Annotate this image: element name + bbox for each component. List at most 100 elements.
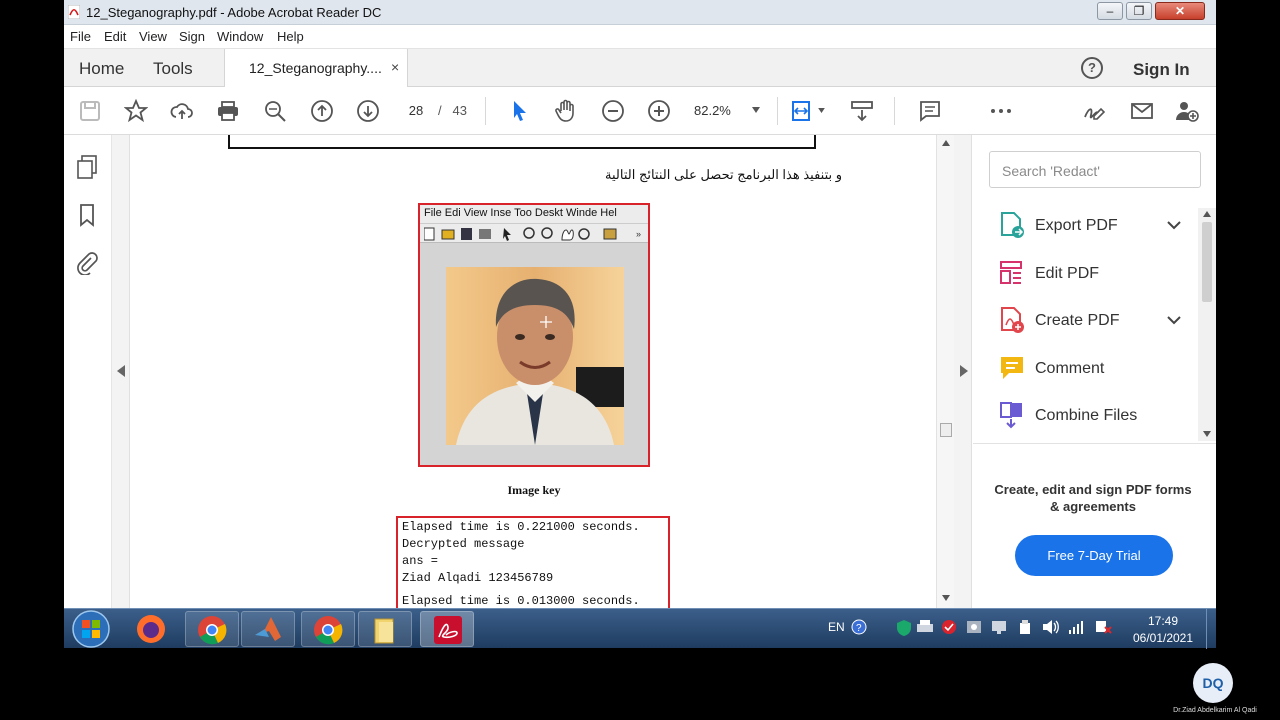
tab-home[interactable]: Home [79,59,124,79]
chevron-down-icon[interactable] [1167,217,1181,233]
scroll-down-icon[interactable] [942,595,950,601]
free-trial-button[interactable]: Free 7-Day Trial [1015,535,1173,576]
show-desktop-button[interactable] [1206,609,1216,649]
volume-icon[interactable] [1042,619,1060,635]
tool-comment[interactable]: Comment [999,354,1189,384]
title-bar: 12_Steganography.pdf - Adobe Acrobat Rea… [64,0,1216,25]
save-icon[interactable] [78,99,102,123]
bookmarks-icon[interactable] [76,203,98,227]
zoom-in-icon[interactable] [647,99,671,123]
page-down-icon[interactable] [356,99,380,123]
minimize-button[interactable]: – [1097,2,1123,20]
tool-export-pdf[interactable]: Export PDF [999,211,1189,241]
toolbar-divider [777,97,778,125]
tool-edit-pdf[interactable]: Edit PDF [999,259,1189,289]
document-scrollbar[interactable] [936,135,954,608]
zoom-out-icon[interactable] [601,99,625,123]
taskbar-chrome-app[interactable] [185,611,239,647]
left-panel-toggle[interactable] [112,135,130,608]
maximize-button[interactable]: ❐ [1126,2,1152,20]
collapse-right-icon[interactable] [960,365,968,377]
attachments-icon[interactable] [76,251,98,275]
promo-text: Create, edit and sign PDF forms & agreem… [994,482,1192,514]
page-total-value: 43 [452,103,467,118]
fit-dropdown-icon[interactable] [818,108,825,113]
search-zoom-icon[interactable] [263,99,287,123]
device-tray-icon[interactable] [966,619,982,635]
scroll-thumb[interactable] [940,423,952,437]
taskbar-explorer-app[interactable] [358,611,412,647]
print-icon[interactable] [216,99,240,123]
start-button-icon[interactable] [72,610,110,648]
bookmark-star-icon[interactable] [124,99,148,123]
add-user-icon[interactable] [1175,99,1199,123]
taskbar-chrome-app-2[interactable] [301,611,355,647]
hand-icon[interactable] [554,99,578,123]
console-line: Ziad Alqadi 123456789 [402,571,554,585]
menu-window[interactable]: Window [217,29,263,44]
email-icon[interactable] [1130,99,1154,123]
tools-scrollbar[interactable] [1198,208,1216,441]
scroll-mode-icon[interactable] [850,99,874,123]
svg-text:?: ? [856,623,862,634]
menu-view[interactable]: View [139,29,167,44]
tool-combine-files[interactable]: Combine Files [999,401,1189,431]
page-up-icon[interactable] [310,99,334,123]
close-window-button[interactable]: ✕ [1155,2,1205,20]
help-tray-icon[interactable]: ? [851,619,867,635]
usb-tray-icon[interactable] [1017,619,1033,635]
fit-page-icon[interactable] [790,99,814,123]
export-pdf-icon [1001,212,1024,238]
system-clock[interactable]: 17:49 06/01/2021 [1127,613,1199,647]
tool-label: Combine Files [1035,407,1138,424]
firefox-icon[interactable] [135,613,167,645]
tab-tools[interactable]: Tools [153,59,193,79]
console-line: Elapsed time is 0.221000 seconds. [402,520,640,534]
update-tray-icon[interactable] [941,619,957,635]
language-indicator[interactable]: EN [828,620,845,634]
window-title: 12_Steganography.pdf - Adobe Acrobat Rea… [86,5,382,20]
display-tray-icon[interactable] [991,619,1007,635]
scroll-thumb[interactable] [1202,222,1212,302]
comment-icon[interactable] [918,99,942,123]
scroll-up-icon[interactable] [942,140,950,146]
help-icon[interactable]: ? [1081,57,1103,79]
code-box-text: ece [255,135,275,139]
zoom-dropdown-icon[interactable] [752,107,760,113]
network-icon[interactable] [1068,619,1084,635]
chrome-icon [314,616,343,645]
taskbar-matlab-app[interactable] [241,611,295,647]
printer-tray-icon[interactable] [916,619,934,635]
menu-edit[interactable]: Edit [104,29,126,44]
taskbar-acrobat-app[interactable] [420,611,474,647]
collapse-left-icon[interactable] [117,365,125,377]
menu-help[interactable]: Help [277,29,304,44]
toolbar-divider [894,97,895,125]
document-view[interactable]: ece و بتنفيذ هذا البرنامج تحصل على النتا… [130,135,936,608]
menu-sign[interactable]: Sign [179,29,205,44]
zoom-level[interactable]: 82.2% [694,103,731,118]
clock-time: 17:49 [1147,614,1179,628]
page-number-input[interactable]: 28 [401,101,431,121]
clock-date: 06/01/2021 [1132,631,1194,645]
page-thumbnails-icon[interactable] [76,155,98,179]
security-shield-icon[interactable] [896,619,912,637]
chevron-down-icon[interactable] [1167,312,1181,328]
tool-create-pdf[interactable]: Create PDF [999,306,1189,336]
right-panel-toggle[interactable] [954,135,972,608]
acrobat-app-icon [68,5,80,19]
select-arrow-icon[interactable] [508,99,532,123]
more-icon[interactable] [989,99,1013,123]
upload-icon[interactable] [170,99,194,123]
portrait-photo [446,267,624,445]
tab-document[interactable]: 12_Steganography.... × [224,49,408,87]
svg-text:»: » [636,229,641,239]
action-center-icon[interactable] [1094,619,1112,635]
search-tools-input[interactable]: Search 'Redact' [989,151,1201,188]
scroll-down-icon[interactable] [1203,431,1211,437]
scroll-up-icon[interactable] [1203,211,1211,217]
sign-icon[interactable] [1082,99,1106,123]
close-tab-icon[interactable]: × [391,59,399,75]
menu-file[interactable]: File [70,29,91,44]
sign-in-button[interactable]: Sign In [1133,60,1190,80]
